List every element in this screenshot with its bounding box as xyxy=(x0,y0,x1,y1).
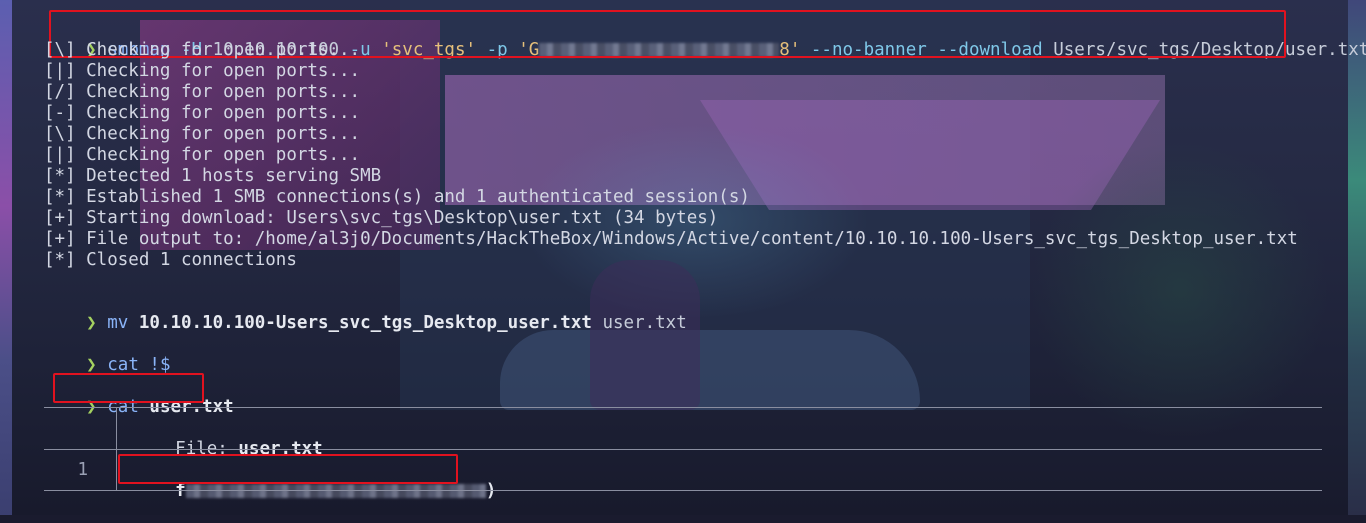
output-line: [-] Checking for open ports... xyxy=(44,103,360,124)
cat-bang-command-line: ❯ cat !$ xyxy=(44,334,170,355)
bat-gutter-divider xyxy=(116,449,117,491)
output-line: [*] Detected 1 hosts serving SMB xyxy=(44,166,381,187)
command-name: cat xyxy=(107,355,139,375)
output-line: [+] Starting download: Users\svc_tgs\Des… xyxy=(44,208,718,229)
bat-bottom-rule xyxy=(44,490,1322,491)
highlight-box-cat xyxy=(53,373,204,403)
bat-header-rule xyxy=(44,449,1322,450)
prompt-symbol: ❯ xyxy=(86,313,97,333)
output-line: [/] Checking for open ports... xyxy=(44,82,360,103)
bat-top-rule xyxy=(44,407,1322,408)
output-line: [*] Established 1 SMB connections(s) and… xyxy=(44,187,750,208)
output-line: [*] Closed 1 connections xyxy=(44,250,297,271)
output-line: [\] Checking for open ports... xyxy=(44,124,360,145)
output-line: [+] File output to: /home/al3j0/Document… xyxy=(44,229,1298,250)
line-number: 1 xyxy=(44,460,88,481)
mv-command-line: ❯ mv 10.10.10.100-Users_svc_tgs_Desktop_… xyxy=(44,292,687,313)
bat-gutter-divider xyxy=(116,407,117,449)
output-line: [|] Checking for open ports... xyxy=(44,61,360,82)
bat-file-header: File: user.txt xyxy=(133,418,323,439)
output-line: [\] Checking for open ports... xyxy=(44,40,360,61)
command-name: mv xyxy=(107,313,128,333)
terminal-window[interactable]: ❯ smbmap -H 10.10.10.100 -u 'svc_tgs' -p… xyxy=(0,0,1366,515)
highlight-box-flag xyxy=(118,454,458,484)
redacted-flag xyxy=(186,484,486,498)
output-line: [|] Checking for open ports... xyxy=(44,145,360,166)
prompt-symbol: ❯ xyxy=(86,355,97,375)
